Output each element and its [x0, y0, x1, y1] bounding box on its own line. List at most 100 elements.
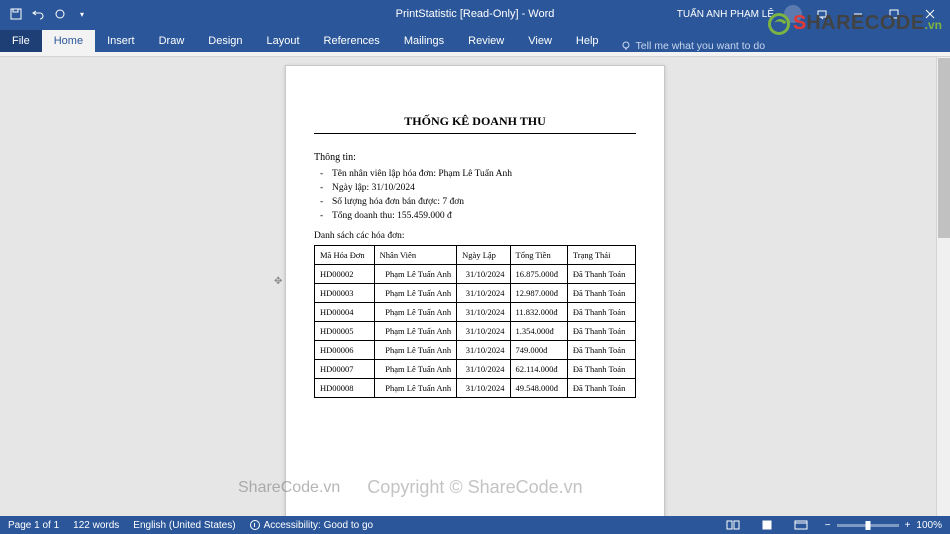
lightbulb-icon	[621, 41, 631, 51]
table-header-cell: Mã Hóa Đơn	[315, 246, 375, 265]
table-cell: Phạm Lê Tuấn Anh	[374, 265, 456, 284]
print-layout-icon[interactable]	[757, 518, 777, 532]
sharecode-logo: SHARECODE.vn	[768, 12, 942, 35]
table-cell: Đã Thanh Toán	[567, 322, 635, 341]
page[interactable]: THỐNG KÊ DOANH THU Thông tin: Tên nhân v…	[285, 65, 665, 516]
zoom-control[interactable]: − + 100%	[825, 520, 942, 531]
document-workspace: THỐNG KÊ DOANH THU Thông tin: Tên nhân v…	[0, 57, 950, 516]
table-anchor-icon: ✥	[274, 276, 282, 284]
table-cell: 31/10/2024	[457, 303, 510, 322]
table-row: HD00008Phạm Lê Tuấn Anh31/10/202449.548.…	[315, 379, 636, 398]
watermark-copyright: Copyright © ShareCode.vn	[367, 477, 582, 498]
table-cell: Phạm Lê Tuấn Anh	[374, 284, 456, 303]
word-count[interactable]: 122 words	[73, 520, 119, 531]
watermark-small: ShareCode.vn	[238, 479, 340, 497]
list-item: Tổng doanh thu: 155.459.000 đ	[332, 211, 636, 221]
tab-layout[interactable]: Layout	[255, 30, 312, 52]
vertical-scrollbar[interactable]	[936, 57, 950, 516]
table-row: HD00007Phạm Lê Tuấn Anh31/10/202462.114.…	[315, 360, 636, 379]
list-item: Tên nhân viên lập hóa đơn: Phạm Lê Tuấn …	[332, 169, 636, 179]
save-icon[interactable]	[6, 4, 26, 24]
read-mode-icon[interactable]	[723, 518, 743, 532]
table-cell: Đã Thanh Toán	[567, 360, 635, 379]
status-bar: Page 1 of 1 122 words English (United St…	[0, 516, 950, 534]
table-cell: 31/10/2024	[457, 322, 510, 341]
table-cell: HD00006	[315, 341, 375, 360]
zoom-out-icon[interactable]: −	[825, 520, 831, 531]
tab-design[interactable]: Design	[196, 30, 254, 52]
zoom-slider[interactable]	[837, 524, 899, 527]
table-header-cell: Ngày Lập	[457, 246, 510, 265]
language[interactable]: English (United States)	[133, 520, 235, 531]
tab-references[interactable]: References	[312, 30, 392, 52]
table-cell: 16.875.000đ	[510, 265, 567, 284]
table-cell: Đã Thanh Toán	[567, 341, 635, 360]
table-cell: Đã Thanh Toán	[567, 284, 635, 303]
table-cell: Phạm Lê Tuấn Anh	[374, 322, 456, 341]
table-row: HD00005Phạm Lê Tuấn Anh31/10/20241.354.0…	[315, 322, 636, 341]
table-cell: Đã Thanh Toán	[567, 379, 635, 398]
doc-heading: THỐNG KÊ DOANH THU	[314, 114, 636, 134]
tab-view[interactable]: View	[516, 30, 564, 52]
table-cell: 31/10/2024	[457, 284, 510, 303]
table-cell: Phạm Lê Tuấn Anh	[374, 303, 456, 322]
logo-recycle-icon	[768, 13, 790, 35]
table-cell: 749.000đ	[510, 341, 567, 360]
tab-draw[interactable]: Draw	[147, 30, 197, 52]
info-label: Thông tin:	[314, 152, 636, 163]
qat-dropdown-icon[interactable]: ▾	[72, 4, 92, 24]
list-item: Số lượng hóa đơn bán được: 7 đơn	[332, 197, 636, 207]
window-title: PrintStatistic [Read-Only] - Word	[396, 8, 555, 20]
table-cell: HD00003	[315, 284, 375, 303]
tab-help[interactable]: Help	[564, 30, 611, 52]
accessibility-icon	[250, 520, 260, 530]
web-layout-icon[interactable]	[791, 518, 811, 532]
table-row: HD00002Phạm Lê Tuấn Anh31/10/202416.875.…	[315, 265, 636, 284]
table-header-cell: Tổng Tiền	[510, 246, 567, 265]
table-cell: 1.354.000đ	[510, 322, 567, 341]
table-cell: Phạm Lê Tuấn Anh	[374, 360, 456, 379]
accessibility-status[interactable]: Accessibility: Good to go	[250, 520, 374, 531]
tab-mailings[interactable]: Mailings	[392, 30, 456, 52]
zoom-level[interactable]: 100%	[916, 520, 942, 531]
table-header-cell: Trạng Thái	[567, 246, 635, 265]
table-cell: 31/10/2024	[457, 341, 510, 360]
tab-insert[interactable]: Insert	[95, 30, 147, 52]
table-cell: Phạm Lê Tuấn Anh	[374, 341, 456, 360]
table-cell: 31/10/2024	[457, 360, 510, 379]
redo-icon[interactable]	[50, 4, 70, 24]
table-cell: Đã Thanh Toán	[567, 265, 635, 284]
zoom-in-icon[interactable]: +	[905, 520, 911, 531]
tell-me-label: Tell me what you want to do	[636, 40, 766, 52]
table-cell: HD00007	[315, 360, 375, 379]
info-list: Tên nhân viên lập hóa đơn: Phạm Lê Tuấn …	[314, 169, 636, 221]
table-cell: 31/10/2024	[457, 379, 510, 398]
table-cell: HD00005	[315, 322, 375, 341]
table-row: HD00006Phạm Lê Tuấn Anh31/10/2024749.000…	[315, 341, 636, 360]
quick-access-toolbar: ▾	[0, 4, 98, 24]
table-cell: 11.832.000đ	[510, 303, 567, 322]
tab-review[interactable]: Review	[456, 30, 516, 52]
page-count[interactable]: Page 1 of 1	[8, 520, 59, 531]
table-cell: HD00002	[315, 265, 375, 284]
tab-home[interactable]: Home	[42, 30, 95, 52]
list-item: Ngày lập: 31/10/2024	[332, 183, 636, 193]
table-cell: Phạm Lê Tuấn Anh	[374, 379, 456, 398]
table-cell: 62.114.000đ	[510, 360, 567, 379]
table-row: HD00003Phạm Lê Tuấn Anh31/10/202412.987.…	[315, 284, 636, 303]
tab-file[interactable]: File	[0, 30, 42, 52]
table-cell: 31/10/2024	[457, 265, 510, 284]
table-cell: 49.548.000đ	[510, 379, 567, 398]
table-cell: HD00008	[315, 379, 375, 398]
table-label: Danh sách các hóa đơn:	[314, 231, 636, 241]
user-name: TUẤN ANH PHẠM LÊ	[677, 9, 774, 20]
table-cell: 12.987.000đ	[510, 284, 567, 303]
undo-icon[interactable]	[28, 4, 48, 24]
table-header-cell: Nhân Viên	[374, 246, 456, 265]
table-cell: Đã Thanh Toán	[567, 303, 635, 322]
tell-me-search[interactable]: Tell me what you want to do	[611, 40, 776, 52]
invoice-table: Mã Hóa ĐơnNhân ViênNgày LậpTổng TiềnTrạn…	[314, 245, 636, 398]
table-cell: HD00004	[315, 303, 375, 322]
table-row: HD00004Phạm Lê Tuấn Anh31/10/202411.832.…	[315, 303, 636, 322]
scrollbar-thumb[interactable]	[938, 58, 950, 238]
